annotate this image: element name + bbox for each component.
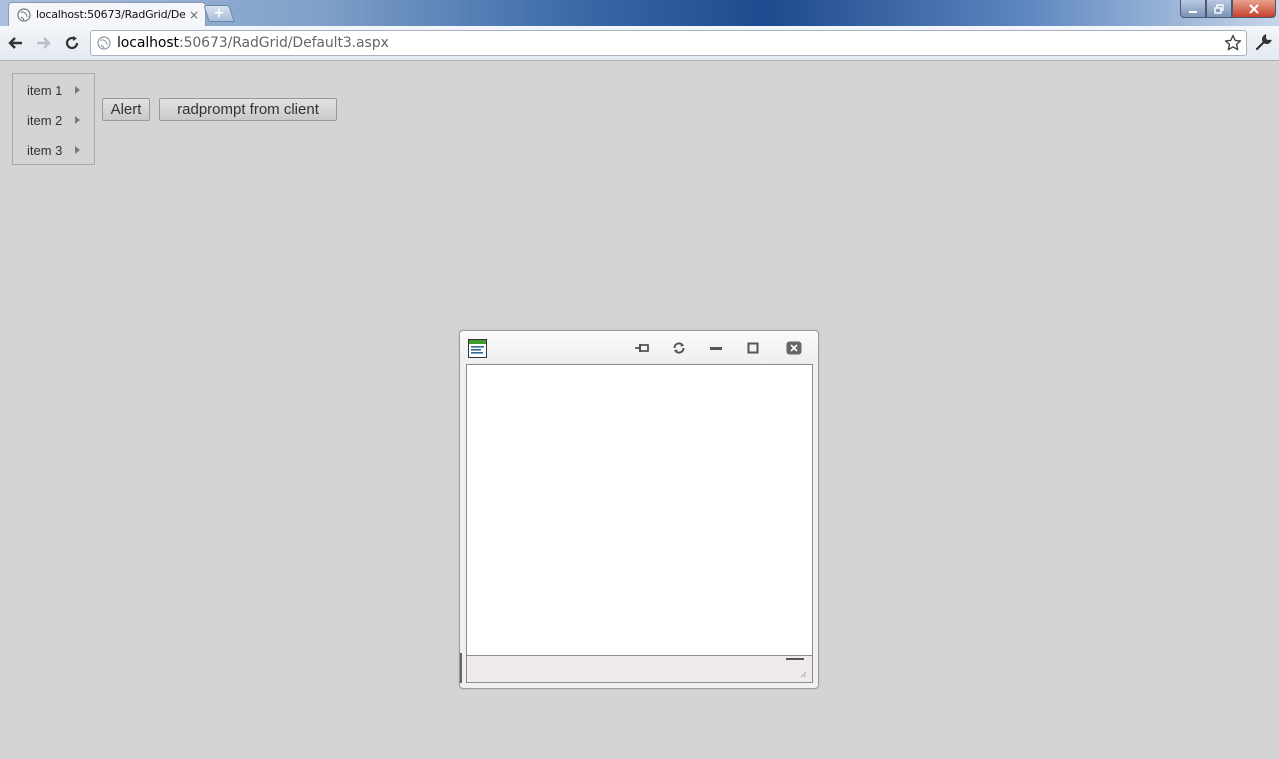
submenu-arrow-icon (75, 86, 80, 94)
address-url: localhost:50673/RadGrid/Default3.aspx (117, 35, 389, 51)
radwindow-dialog[interactable] (459, 330, 819, 689)
tab-title: localhost:50673/RadGrid/De (36, 8, 185, 21)
wrench-icon[interactable] (1254, 34, 1272, 52)
reload-icon (673, 342, 685, 354)
forward-arrow-icon (37, 37, 51, 49)
reload-icon (65, 36, 79, 50)
minimize-icon (710, 347, 722, 350)
menu-item-label: item 3 (27, 142, 63, 158)
browser-titlebar: localhost:50673/RadGrid/De × + (0, 0, 1279, 26)
maximize-button[interactable] (745, 340, 761, 356)
radwindow-titlebar[interactable] (460, 331, 818, 364)
menu-item-3[interactable]: item 3 (13, 135, 94, 165)
back-button[interactable] (6, 34, 26, 52)
forward-button[interactable] (33, 34, 53, 52)
new-tab-label: + (213, 6, 225, 21)
context-menu: item 1 item 2 item 3 (12, 73, 95, 165)
back-arrow-icon (8, 37, 22, 49)
restore-icon (1214, 3, 1224, 14)
pin-icon (635, 344, 649, 352)
radwindow-statusbar (466, 655, 813, 683)
close-icon (786, 341, 802, 355)
pin-button[interactable] (634, 340, 650, 356)
star-icon[interactable] (1224, 34, 1242, 52)
browser-tab[interactable]: localhost:50673/RadGrid/De × (8, 2, 206, 26)
globe-icon (17, 7, 31, 22)
alert-button[interactable]: Alert (102, 98, 150, 121)
reload-button[interactable] (62, 34, 82, 52)
window-app-icon (468, 339, 487, 358)
minimize-icon (1189, 10, 1197, 13)
menu-item-label: item 1 (27, 82, 63, 98)
url-host: localhost (117, 35, 179, 51)
radwindow-left-edge (460, 653, 462, 683)
resize-grip-icon[interactable] (799, 670, 807, 678)
address-bar[interactable]: localhost:50673/RadGrid/Default3.aspx (90, 30, 1247, 56)
radwindow-content[interactable] (466, 364, 813, 656)
close-button[interactable] (786, 340, 802, 356)
submenu-arrow-icon (75, 146, 80, 154)
window-close-button[interactable] (1232, 0, 1276, 18)
url-path: :50673/RadGrid/Default3.aspx (178, 35, 389, 51)
menu-item-label: item 2 (27, 112, 63, 128)
window-minimize-button[interactable] (1180, 0, 1206, 18)
menu-item-2[interactable]: item 2 (13, 105, 94, 135)
tab-close-icon[interactable]: × (189, 9, 199, 21)
browser-toolbar: localhost:50673/RadGrid/Default3.aspx (0, 26, 1279, 61)
menu-item-1[interactable]: item 1 (13, 75, 94, 105)
maximize-icon (747, 342, 759, 354)
reload-button[interactable] (671, 340, 687, 356)
window-restore-button[interactable] (1206, 0, 1232, 18)
submenu-arrow-icon (75, 116, 80, 124)
minimize-button[interactable] (708, 340, 724, 356)
radprompt-button[interactable]: radprompt from client (159, 98, 337, 121)
close-icon (1249, 3, 1259, 14)
page-globe-icon (97, 36, 111, 50)
window-controls (1180, 0, 1276, 18)
new-tab-button[interactable]: + (203, 5, 235, 22)
status-indicator (786, 658, 804, 660)
